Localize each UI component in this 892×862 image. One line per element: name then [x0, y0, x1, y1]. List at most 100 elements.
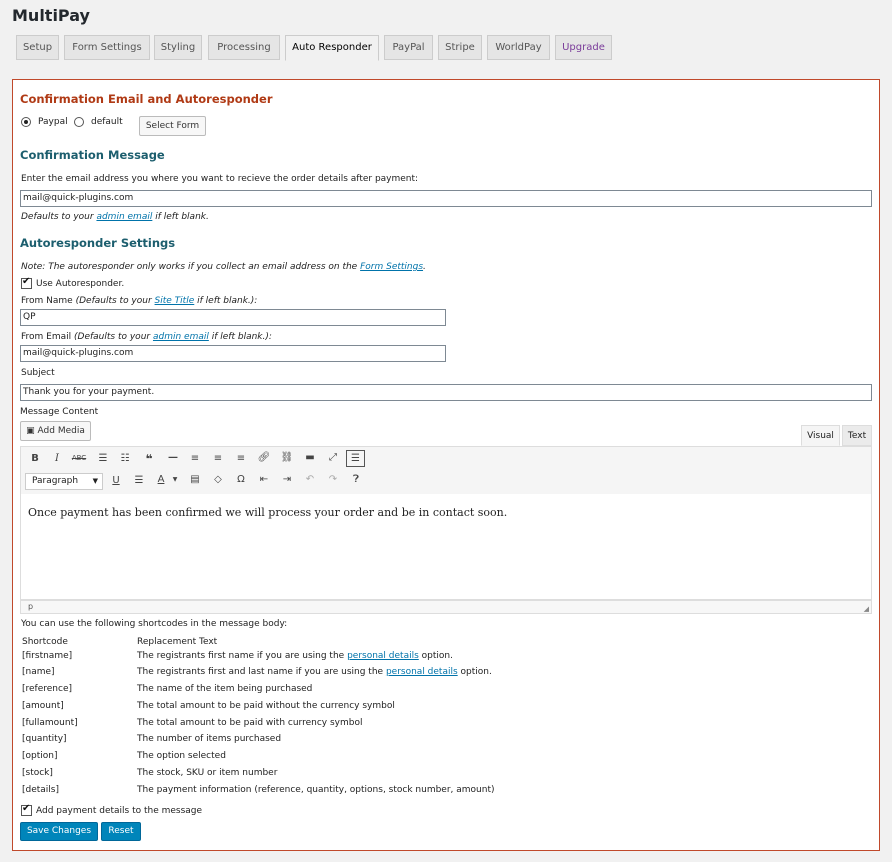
- personal-details-link[interactable]: personal details: [347, 651, 419, 661]
- shortcode-code: [name]: [22, 667, 55, 677]
- link-icon[interactable]: 🔗︎: [256, 452, 272, 463]
- tab-upgrade[interactable]: Upgrade: [555, 35, 612, 60]
- section-heading-confirmation-email: Confirmation Email and Autoresponder: [20, 92, 273, 106]
- editor-content-text: Once payment has been confirmed we will …: [28, 506, 508, 519]
- shortcode-code: [option]: [22, 751, 58, 761]
- tab-auto-responder[interactable]: Auto Responder: [285, 35, 379, 61]
- shortcode-description: The stock, SKU or item number: [137, 768, 278, 778]
- radio-paypal[interactable]: [21, 117, 31, 127]
- fullscreen-icon[interactable]: ⤢: [325, 452, 341, 463]
- from-name-input[interactable]: QP: [20, 309, 446, 326]
- tab-paypal[interactable]: PayPal: [384, 35, 433, 60]
- tab-stripe[interactable]: Stripe: [438, 35, 482, 60]
- from-email-hint-suffix: if left blank.):: [211, 332, 272, 342]
- italic-icon[interactable]: I: [49, 453, 65, 464]
- resize-handle-icon[interactable]: ◢: [864, 605, 869, 613]
- shortcode-description: The number of items purchased: [137, 734, 282, 744]
- radio-default-label: default: [91, 117, 123, 127]
- tab-processing[interactable]: Processing: [208, 35, 280, 60]
- tab-visual[interactable]: Visual: [801, 425, 840, 446]
- from-email-label: From Email (Defaults to your admin email…: [21, 332, 272, 342]
- toolbar-toggle-icon[interactable]: ☰: [346, 450, 365, 467]
- clear-formatting-icon[interactable]: ◇: [210, 474, 226, 485]
- select-form-button[interactable]: Select Form: [139, 116, 206, 136]
- shortcode-code: [reference]: [22, 684, 72, 694]
- blockquote-icon[interactable]: ❝: [141, 452, 157, 466]
- add-media-button[interactable]: ▣ Add Media: [20, 421, 91, 441]
- numbered-list-icon[interactable]: ☷: [117, 453, 133, 464]
- subject-label: Subject: [21, 368, 55, 378]
- app-title: MultiPay: [12, 6, 90, 25]
- justify-icon[interactable]: ☰: [131, 475, 147, 486]
- personal-details-link[interactable]: personal details: [386, 667, 458, 677]
- editor-content-area[interactable]: Once payment has been confirmed we will …: [20, 494, 872, 600]
- format-select-value: Paragraph: [32, 476, 79, 486]
- use-autoresponder-label: Use Autoresponder.: [36, 279, 125, 289]
- shortcode-code: [details]: [22, 785, 60, 795]
- help-icon[interactable]: ❓︎: [348, 474, 364, 485]
- horizontal-line-icon[interactable]: —: [165, 452, 181, 463]
- align-left-icon[interactable]: ≡: [187, 453, 203, 464]
- from-email-label-text: From Email: [21, 332, 72, 342]
- chevron-down-icon: ▼: [92, 477, 98, 485]
- tab-text[interactable]: Text: [842, 425, 872, 446]
- shortcode-desc-text: The registrants first and last name if y…: [137, 667, 384, 677]
- radio-default[interactable]: [74, 117, 84, 127]
- from-email-hint-prefix: (Defaults to your: [74, 332, 151, 342]
- subject-input[interactable]: Thank you for your payment.: [20, 384, 872, 401]
- site-title-link[interactable]: Site Title: [155, 296, 195, 306]
- shortcode-code: [amount]: [22, 701, 64, 711]
- add-media-label: Add Media: [37, 426, 85, 436]
- shortcode-description: The name of the item being purchased: [137, 684, 313, 694]
- message-content-label: Message Content: [20, 407, 99, 417]
- bold-icon[interactable]: B: [27, 453, 43, 464]
- shortcode-code: [stock]: [22, 768, 53, 778]
- from-name-label-text: From Name: [21, 296, 73, 306]
- text-color-dropdown-icon[interactable]: ▼: [167, 476, 183, 483]
- email-defaults-suffix: if left blank.: [155, 212, 209, 222]
- shortcode-description: The total amount to be paid with currenc…: [137, 718, 363, 728]
- redo-icon[interactable]: ↷: [325, 474, 341, 485]
- special-character-icon[interactable]: Ω: [233, 474, 249, 485]
- undo-icon[interactable]: ↶: [302, 474, 318, 485]
- confirmation-email-input[interactable]: mail@quick-plugins.com: [20, 190, 872, 207]
- email-defaults-note: Defaults to your admin email if left bla…: [21, 212, 209, 222]
- element-path[interactable]: p: [28, 602, 33, 611]
- shortcode-code: [quantity]: [22, 734, 67, 744]
- shortcode-description: The registrants first and last name if y…: [137, 667, 492, 677]
- from-email-input[interactable]: mail@quick-plugins.com: [20, 345, 446, 362]
- outdent-icon[interactable]: ⇤: [256, 474, 272, 485]
- admin-email-link[interactable]: admin email: [96, 212, 152, 222]
- tab-setup[interactable]: Setup: [16, 35, 59, 60]
- save-changes-button[interactable]: Save Changes: [20, 822, 98, 841]
- add-payment-details-checkbox[interactable]: [21, 803, 32, 816]
- form-settings-link[interactable]: Form Settings: [360, 262, 423, 272]
- from-name-hint-suffix: if left blank.):: [197, 296, 258, 306]
- from-name-hint-prefix: (Defaults to your: [75, 296, 152, 306]
- shortcode-description: The payment information (reference, quan…: [137, 785, 495, 795]
- underline-icon[interactable]: U: [108, 475, 124, 486]
- shortcode-desc-suffix: option.: [421, 651, 453, 661]
- unlink-icon[interactable]: ⛓︎: [279, 452, 295, 463]
- shortcode-description: The option selected: [137, 751, 226, 761]
- paste-text-icon[interactable]: ▤: [187, 474, 203, 485]
- indent-icon[interactable]: ⇥: [279, 474, 295, 485]
- shortcode-desc-text: The registrants first name if you are us…: [137, 651, 345, 661]
- tab-worldpay[interactable]: WorldPay: [487, 35, 550, 60]
- format-select[interactable]: Paragraph ▼: [25, 473, 103, 490]
- reset-button[interactable]: Reset: [101, 822, 141, 841]
- bullet-list-icon[interactable]: ☰: [95, 453, 111, 464]
- align-right-icon[interactable]: ≡: [233, 453, 249, 464]
- use-autoresponder-checkbox[interactable]: [21, 276, 32, 289]
- shortcodes-intro: You can use the following shortcodes in …: [21, 619, 288, 629]
- media-icon: ▣: [26, 426, 35, 436]
- align-center-icon[interactable]: ≡: [210, 453, 226, 464]
- read-more-icon[interactable]: ▬: [302, 452, 318, 463]
- tab-form-settings[interactable]: Form Settings: [64, 35, 150, 60]
- tab-styling[interactable]: Styling: [154, 35, 202, 60]
- shortcode-code: [fullamount]: [22, 718, 78, 728]
- email-defaults-prefix: Defaults to your: [21, 212, 94, 222]
- admin-email-link-2[interactable]: admin email: [153, 332, 209, 342]
- replacement-header: Replacement Text: [137, 637, 218, 647]
- strikethrough-icon[interactable]: ABC: [71, 454, 87, 462]
